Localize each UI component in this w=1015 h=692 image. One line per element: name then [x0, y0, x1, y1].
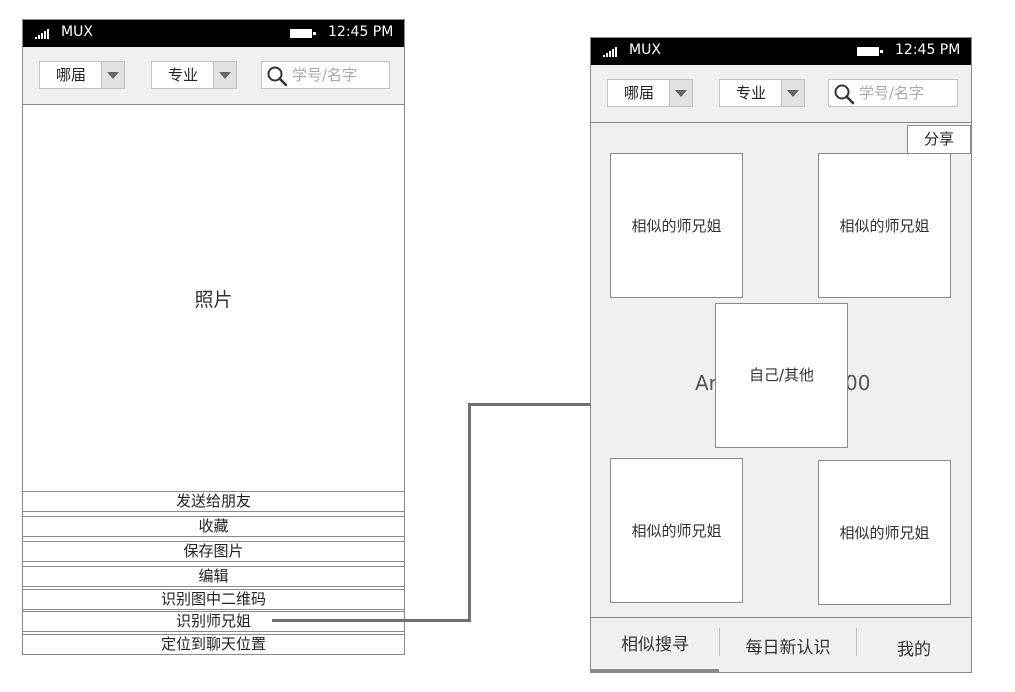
signal-bars-icon — [603, 38, 617, 65]
search-placeholder: 学号/名字 — [859, 84, 925, 102]
action-edit[interactable]: 编辑 — [23, 566, 404, 587]
photo-viewer-screen: MUX 12:45 PM 哪届 专业 学号/名字 照片 发送给朋友 收藏 保存图… — [22, 19, 405, 655]
status-time: 12:45 PM — [328, 24, 394, 40]
photo-area[interactable]: 照片 — [23, 105, 404, 491]
similar-seniors-screen: MUX 12:45 PM 哪届 专业 学号/名字 分享 Ar 00 相似的师兄姐… — [590, 37, 972, 673]
filter-bar: 哪届 专业 学号/名字 — [591, 65, 971, 123]
action-favorite[interactable]: 收藏 — [23, 516, 404, 537]
year-dropdown[interactable]: 哪届 — [607, 79, 693, 107]
action-locate-in-chat[interactable]: 定位到聊天位置 — [23, 634, 404, 655]
major-dropdown-label: 专业 — [735, 84, 766, 102]
share-button[interactable]: 分享 — [907, 125, 971, 154]
caret-down-icon[interactable] — [101, 62, 124, 88]
major-dropdown[interactable]: 专业 — [151, 61, 237, 89]
filter-bar: 哪届 专业 学号/名字 — [23, 47, 404, 105]
carrier-name: MUX — [629, 42, 661, 58]
caret-down-icon[interactable] — [213, 62, 236, 88]
flow-connector-horizontal-bottom — [272, 619, 471, 622]
carrier-name: MUX — [61, 24, 93, 40]
similar-senior-card[interactable]: 相似的师兄姐 — [610, 153, 743, 298]
year-dropdown-label: 哪届 — [55, 66, 86, 84]
similar-senior-card[interactable]: 相似的师兄姐 — [610, 458, 743, 603]
tab-daily-new[interactable]: 每日新认识 — [720, 618, 856, 672]
battery-icon — [857, 47, 883, 56]
similar-senior-card[interactable]: 相似的师兄姐 — [818, 153, 951, 298]
caret-down-icon[interactable] — [781, 80, 804, 106]
year-dropdown-label: 哪届 — [623, 84, 654, 102]
year-dropdown[interactable]: 哪届 — [39, 61, 125, 89]
caret-down-icon[interactable] — [669, 80, 692, 106]
major-dropdown[interactable]: 专业 — [719, 79, 805, 107]
flow-connector-vertical — [468, 403, 471, 622]
magnifier-icon — [834, 84, 855, 105]
magnifier-icon — [267, 66, 288, 87]
tab-mine[interactable]: 我的 — [857, 618, 971, 672]
major-dropdown-label: 专业 — [167, 66, 198, 84]
status-time: 12:45 PM — [895, 42, 961, 58]
tab-similar-search[interactable]: 相似搜寻 — [591, 618, 719, 666]
battery-icon — [290, 29, 316, 38]
action-send-to-friend[interactable]: 发送给朋友 — [23, 491, 404, 512]
self-or-other-card[interactable]: 自己/其他 — [715, 303, 848, 448]
search-input[interactable]: 学号/名字 — [828, 79, 958, 107]
status-bar: MUX 12:45 PM — [23, 20, 404, 47]
similar-senior-card[interactable]: 相似的师兄姐 — [818, 460, 951, 605]
photo-label: 照片 — [194, 288, 233, 311]
action-save-image[interactable]: 保存图片 — [23, 541, 404, 562]
bottom-tab-bar: 相似搜寻 每日新认识 我的 — [591, 617, 971, 672]
action-scan-qr-code[interactable]: 识别图中二维码 — [23, 589, 404, 610]
background-text-right: 00 — [845, 371, 871, 395]
active-tab-indicator — [591, 669, 719, 672]
search-placeholder: 学号/名字 — [292, 66, 358, 84]
status-bar: MUX 12:45 PM — [591, 38, 971, 65]
search-input[interactable]: 学号/名字 — [261, 61, 390, 89]
signal-bars-icon — [35, 20, 49, 47]
background-text-left: Ar — [695, 371, 717, 395]
